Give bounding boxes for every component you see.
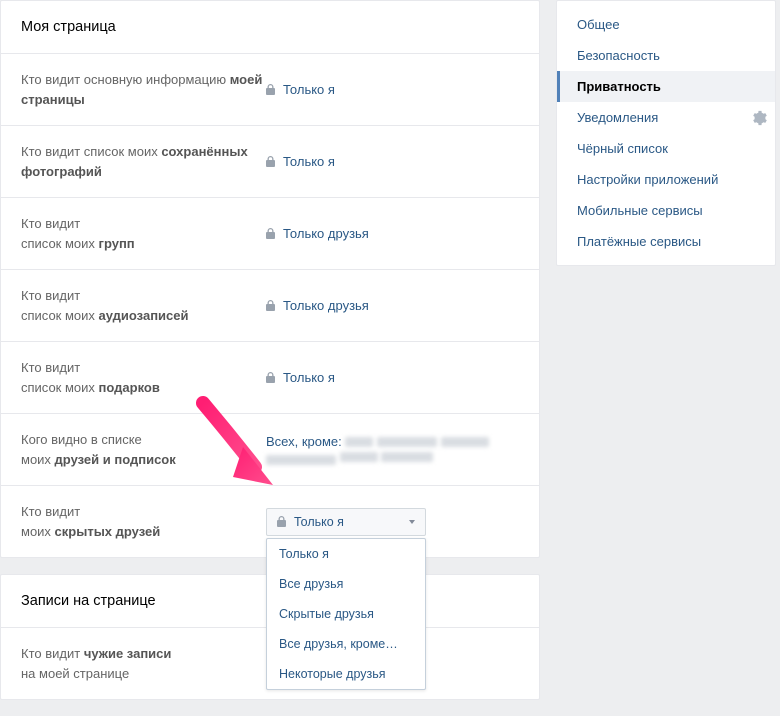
setting-value-link[interactable]: Только друзья xyxy=(283,298,369,313)
setting-value[interactable]: Только друзья xyxy=(266,226,519,241)
dropdown-menu: Только яВсе друзьяСкрытые друзьяВсе друз… xyxy=(266,538,426,690)
setting-label: Кого видно в спискемоих друзей и подписо… xyxy=(21,430,266,469)
visibility-dropdown[interactable]: Только яТолько яВсе друзьяСкрытые друзья… xyxy=(266,508,426,536)
sidebar-item[interactable]: Безопасность xyxy=(557,40,775,71)
setting-row: Кто видитсписок моих групп Только друзья xyxy=(1,198,539,270)
setting-row: Кто видит основную информацию моей стран… xyxy=(1,54,539,126)
setting-value[interactable]: Всех, кроме: xyxy=(266,434,519,466)
mypage-header: Моя страница xyxy=(1,1,539,54)
sidebar-item[interactable]: Чёрный список xyxy=(557,133,775,164)
setting-label: Кто видит основную информацию моей стран… xyxy=(21,70,266,109)
setting-label: Кто видитсписок моих подарков xyxy=(21,358,266,397)
lock-icon xyxy=(266,156,275,167)
sidebar-item[interactable]: Платёжные сервисы xyxy=(557,226,775,257)
sidebar-item[interactable]: Общее xyxy=(557,9,775,40)
setting-row: Кто видитмоих скрытых друзейТолько яТоль… xyxy=(1,486,539,557)
dropdown-option[interactable]: Все друзья, кроме… xyxy=(267,629,425,659)
setting-label: Кто видит чужие записина моей странице xyxy=(21,644,266,683)
setting-row: Кто видитсписок моих подарков Только я xyxy=(1,342,539,414)
dropdown-option[interactable]: Только я xyxy=(267,539,425,569)
gear-icon[interactable] xyxy=(751,110,767,126)
setting-value[interactable]: Только я xyxy=(266,154,519,169)
setting-value-link[interactable]: Всех, кроме: xyxy=(266,434,345,449)
lock-icon xyxy=(266,372,275,383)
setting-value-link[interactable]: Только я xyxy=(283,82,335,97)
dropdown-button[interactable]: Только я xyxy=(266,508,426,536)
settings-sidebar: ОбщееБезопасностьПриватностьУведомленияЧ… xyxy=(556,0,776,266)
mypage-card: Моя страница Кто видит основную информац… xyxy=(0,0,540,558)
lock-icon xyxy=(266,300,275,311)
setting-value: Только яТолько яВсе друзьяСкрытые друзья… xyxy=(266,508,519,536)
dropdown-selected: Только я xyxy=(294,515,344,529)
lock-icon xyxy=(266,228,275,239)
setting-value[interactable]: Только друзья xyxy=(266,298,519,313)
setting-value-link[interactable]: Только я xyxy=(283,154,335,169)
chevron-down-icon xyxy=(409,520,415,524)
setting-value-link[interactable]: Только друзья xyxy=(283,226,369,241)
sidebar-item[interactable]: Настройки приложений xyxy=(557,164,775,195)
setting-value[interactable]: Только я xyxy=(266,82,519,97)
sidebar-item[interactable]: Мобильные сервисы xyxy=(557,195,775,226)
sidebar-item[interactable]: Приватность xyxy=(557,71,775,102)
lock-icon xyxy=(277,516,286,527)
setting-row: Кого видно в спискемоих друзей и подписо… xyxy=(1,414,539,486)
setting-row: Кто видит список моих сохранённых фотогр… xyxy=(1,126,539,198)
setting-label: Кто видитсписок моих групп xyxy=(21,214,266,253)
dropdown-option[interactable]: Некоторые друзья xyxy=(267,659,425,689)
dropdown-option[interactable]: Скрытые друзья xyxy=(267,599,425,629)
setting-label: Кто видитсписок моих аудиозаписей xyxy=(21,286,266,325)
setting-value[interactable]: Только я xyxy=(266,370,519,385)
sidebar-item[interactable]: Уведомления xyxy=(557,102,775,133)
setting-row: Кто видитсписок моих аудиозаписей Только … xyxy=(1,270,539,342)
dropdown-option[interactable]: Все друзья xyxy=(267,569,425,599)
setting-label: Кто видит список моих сохранённых фотогр… xyxy=(21,142,266,181)
setting-label: Кто видитмоих скрытых друзей xyxy=(21,502,266,541)
lock-icon xyxy=(266,84,275,95)
setting-value-link[interactable]: Только я xyxy=(283,370,335,385)
